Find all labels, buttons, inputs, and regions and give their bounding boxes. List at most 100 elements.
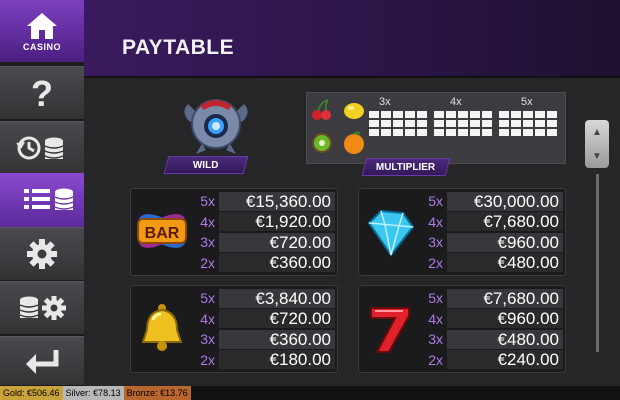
svg-text:BAR: BAR: [145, 225, 180, 242]
paytable-content: WILD 3x 4x 5x MULTIPLIER BAR 5x €15,360.…: [84, 78, 620, 386]
orange-icon: [344, 131, 364, 154]
multiplier-count: 3x: [200, 234, 215, 251]
multiplier-count: 5x: [428, 193, 443, 210]
paytable-rows-bar: 5x €15,360.00 4x €1,920.00 3x €720.00 2x €36…: [187, 191, 335, 273]
paytable-rows-seven: 5x €7,680.00 4x €960.00 3x €480.00 2x €240.0…: [415, 288, 563, 370]
wild-tag: WILD: [163, 156, 249, 174]
multiplier-grid-3x: [369, 111, 427, 136]
paytable-row: 3x €480.00: [415, 329, 563, 350]
cherry-icon: [312, 99, 331, 120]
paytable-row: 2x €180.00: [187, 350, 335, 371]
multiplier-count: 2x: [428, 351, 443, 368]
history-coins-icon: [16, 136, 64, 160]
payout-amount: €360.00: [219, 253, 335, 273]
paytable-row: 4x €7,680.00: [415, 212, 563, 233]
nav-settings-button[interactable]: [0, 227, 84, 281]
nav-back-button[interactable]: [0, 336, 84, 386]
bar-symbol-icon: BAR: [137, 214, 187, 248]
payout-amount: €180.00: [219, 350, 335, 370]
gear-icon: [27, 239, 57, 269]
payout-amount: €7,680.00: [447, 288, 563, 308]
multiplier-count: 2x: [200, 254, 215, 271]
jackpot-silver: Silver: €78.13: [62, 386, 124, 400]
paytable-row: 5x €15,360.00: [187, 191, 335, 212]
sidebar-nav: CASINO ?: [0, 0, 96, 400]
payout-amount: €960.00: [447, 232, 563, 252]
multiplier-count: 3x: [428, 234, 443, 251]
paytable-row: 4x €720.00: [187, 309, 335, 330]
multiplier-count: 2x: [428, 254, 443, 271]
payout-amount: €1,920.00: [219, 212, 335, 232]
paytable-row: 5x €30,000.00: [415, 191, 563, 212]
paytable-row: 4x €960.00: [415, 309, 563, 330]
scroll-up-icon[interactable]: ▲: [592, 127, 602, 138]
payout-amount: €720.00: [219, 232, 335, 252]
bell-symbol-icon: [141, 304, 183, 351]
seven-symbol-icon: [370, 307, 410, 353]
paytable-row: 2x €480.00: [415, 253, 563, 274]
payout-amount: €480.00: [447, 329, 563, 349]
multiplier-count: 5x: [200, 290, 215, 307]
scroll-button[interactable]: ▲ ▼: [585, 120, 609, 168]
payout-amount: €360.00: [219, 329, 335, 349]
nav-history-button[interactable]: [0, 121, 84, 175]
payout-amount: €3,840.00: [219, 288, 335, 308]
payout-amount: €7,680.00: [447, 212, 563, 232]
paytable-row: 5x €3,840.00: [187, 288, 335, 309]
back-arrow-icon: [26, 350, 59, 374]
page-title: PAYTABLE: [122, 36, 235, 59]
multiplier-grid-5x: [499, 111, 557, 136]
paytable-rows-bell: 5x €3,840.00 4x €720.00 3x €360.00 2x €180.0…: [187, 288, 335, 370]
lemon-icon: [344, 103, 364, 119]
multiplier-count: 3x: [428, 331, 443, 348]
jackpot-footer: Gold: €506.46 Silver: €78.13 Bronze: €13.7…: [0, 386, 620, 400]
coins-gear-icon: [19, 296, 66, 320]
home-icon: [27, 12, 57, 39]
nav-bet-settings-button[interactable]: [0, 281, 84, 335]
paytable-row: 3x €960.00: [415, 232, 563, 253]
multiplier-col-4x: 4x: [450, 96, 462, 108]
paytable-row: 5x €7,680.00: [415, 288, 563, 309]
payout-amount: €30,000.00: [447, 191, 563, 211]
diamond-symbol-icon: [367, 209, 415, 257]
scrollbar-track[interactable]: [596, 174, 599, 352]
paytable-card-diamond: 5x €30,000.00 4x €7,680.00 3x €960.00 2x €48…: [358, 188, 566, 276]
wild-symbol: WILD: [163, 92, 256, 174]
payout-amount: €960.00: [447, 309, 563, 329]
paytable-row: 2x €360.00: [187, 253, 335, 274]
multiplier-grid-4x: [434, 111, 492, 136]
multiplier-count: 4x: [200, 310, 215, 327]
kiwi-icon: [312, 133, 332, 153]
paytable-row: 3x €720.00: [187, 232, 335, 253]
robot-wild-icon: [184, 99, 248, 154]
multiplier-count: 2x: [200, 351, 215, 368]
multiplier-tag: MULTIPLIER: [361, 158, 451, 176]
multiplier-count: 4x: [200, 213, 215, 230]
paytable-card-bar: BAR 5x €15,360.00 4x €1,920.00 3x €720.00 2…: [130, 188, 338, 276]
multiplier-count: 3x: [200, 331, 215, 348]
paytable-rows-diamond: 5x €30,000.00 4x €7,680.00 3x €960.00 2x €48…: [415, 191, 563, 273]
payout-amount: €480.00: [447, 253, 563, 273]
multiplier-label: MULTIPLIER: [376, 161, 436, 173]
payout-amount: €15,360.00: [219, 191, 335, 211]
multiplier-count: 5x: [428, 290, 443, 307]
multiplier-count: 4x: [428, 213, 443, 230]
paytable-list-icon: [24, 188, 74, 210]
scroll-down-icon[interactable]: ▼: [592, 151, 602, 162]
question-icon: ?: [31, 76, 53, 110]
nav-help-button[interactable]: ?: [0, 66, 84, 120]
payout-amount: €240.00: [447, 350, 563, 370]
paytable-row: 4x €1,920.00: [187, 212, 335, 233]
wild-label: WILD: [193, 159, 219, 171]
page-header: PAYTABLE: [84, 0, 620, 78]
multiplier-panel: 3x 4x 5x: [306, 92, 566, 164]
multiplier-count: 4x: [428, 310, 443, 327]
jackpot-bronze: Bronze: €13.76: [123, 386, 191, 400]
casino-home-button[interactable]: CASINO: [0, 0, 84, 62]
paytable-row: 2x €240.00: [415, 350, 563, 371]
multiplier-col-3x: 3x: [379, 96, 391, 108]
multiplier-col-5x: 5x: [521, 96, 533, 108]
paytable-card-seven: 5x €7,680.00 4x €960.00 3x €480.00 2x €240.0…: [358, 285, 566, 373]
nav-paytable-button[interactable]: [0, 173, 96, 227]
multiplier-count: 5x: [200, 193, 215, 210]
